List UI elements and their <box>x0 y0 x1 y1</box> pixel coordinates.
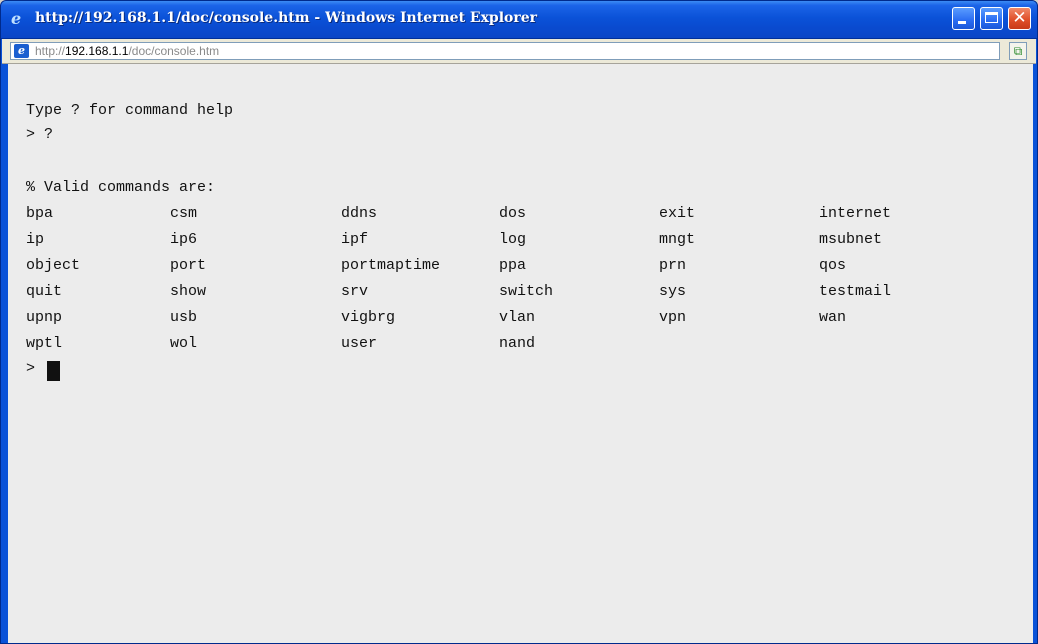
text-cursor[interactable] <box>47 361 60 381</box>
ie-logo-icon: e <box>11 9 22 28</box>
command-item: mngt <box>659 231 696 248</box>
close-icon: ✕ <box>1012 8 1027 28</box>
command-item: qos <box>819 257 847 274</box>
command-item: srv <box>341 283 369 300</box>
command-item: portmaptime <box>341 257 441 274</box>
command-item: nand <box>499 335 536 352</box>
command-item: object <box>26 257 81 274</box>
command-item: wol <box>170 335 198 352</box>
prompt-query-line: > ? <box>26 126 54 143</box>
maximize-button[interactable] <box>980 7 1003 30</box>
command-item: vigbrg <box>341 309 396 326</box>
compatibility-icon[interactable]: ⧉ <box>1009 42 1027 60</box>
help-line: Type ? for command help <box>26 102 234 119</box>
command-item: show <box>170 283 207 300</box>
command-item: internet <box>819 205 892 222</box>
valid-commands-header: % Valid commands are: <box>26 179 216 196</box>
command-item: exit <box>659 205 696 222</box>
console-prompt: > <box>26 360 36 377</box>
command-item: usb <box>170 309 198 326</box>
command-item: vpn <box>659 309 687 326</box>
page-icon: e <box>14 44 29 58</box>
console-panel[interactable]: Type ? for command help > ? % Valid comm… <box>5 64 1033 643</box>
url-host: 192.168.1.1 <box>65 44 129 58</box>
command-item: sys <box>659 283 687 300</box>
close-button[interactable]: ✕ <box>1008 7 1031 30</box>
address-bar: e http://192.168.1.1/doc/console.htm ⧉ <box>2 39 1036 64</box>
command-item: msubnet <box>819 231 883 248</box>
browser-window: e http://192.168.1.1/doc/console.htm - W… <box>0 0 1038 644</box>
window-title: http://192.168.1.1/doc/console.htm - Win… <box>35 10 538 26</box>
command-item: port <box>170 257 207 274</box>
command-item: user <box>341 335 378 352</box>
command-item: ip <box>26 231 45 248</box>
minimize-icon <box>958 21 966 24</box>
command-item: ddns <box>341 205 378 222</box>
address-url: http://192.168.1.1/doc/console.htm <box>35 44 219 58</box>
address-field[interactable]: e http://192.168.1.1/doc/console.htm <box>10 42 1000 60</box>
command-item: ppa <box>499 257 527 274</box>
url-path: /doc/console.htm <box>128 44 220 58</box>
command-item: vlan <box>499 309 536 326</box>
command-item: bpa <box>26 205 54 222</box>
maximize-icon <box>985 12 998 23</box>
command-item: quit <box>26 283 63 300</box>
command-item: wan <box>819 309 847 326</box>
command-item: ip6 <box>170 231 198 248</box>
minimize-button[interactable] <box>952 7 975 30</box>
command-item: upnp <box>26 309 63 326</box>
command-item: testmail <box>819 283 892 300</box>
command-item: dos <box>499 205 527 222</box>
command-item: switch <box>499 283 554 300</box>
command-item: ipf <box>341 231 369 248</box>
command-item: wptl <box>26 335 63 352</box>
url-prefix: http:// <box>35 44 66 58</box>
command-item: csm <box>170 205 198 222</box>
command-item: log <box>499 231 527 248</box>
command-item: prn <box>659 257 687 274</box>
title-bar[interactable]: e http://192.168.1.1/doc/console.htm - W… <box>1 1 1037 39</box>
